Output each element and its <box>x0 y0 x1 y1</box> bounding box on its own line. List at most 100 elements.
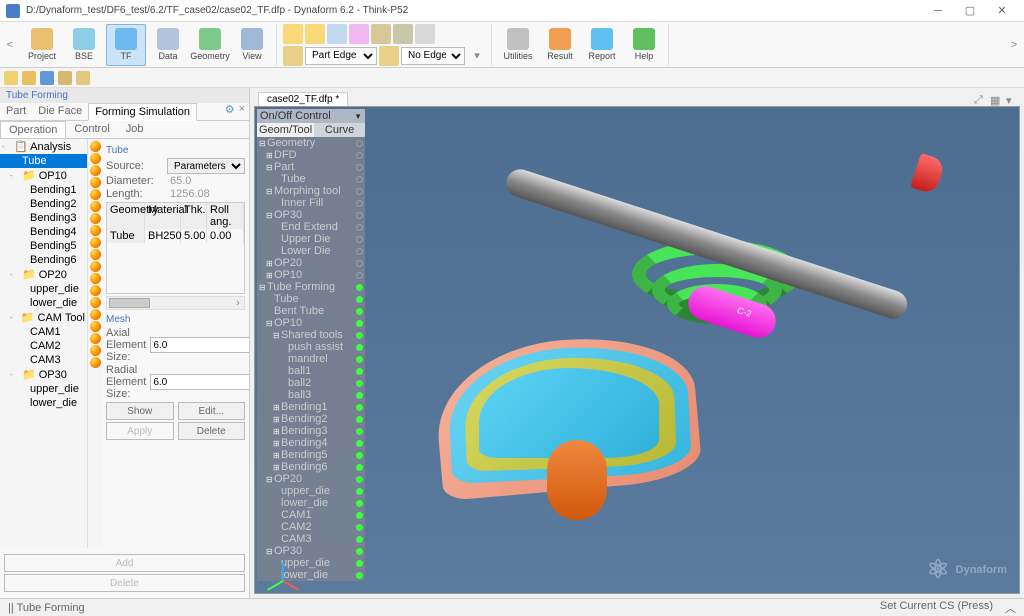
light-icon[interactable] <box>90 261 101 272</box>
ribbon-data-button[interactable]: Data <box>148 24 188 66</box>
settings-icon[interactable]: ⚙ <box>225 103 235 120</box>
scene-item-bending4[interactable]: ⊞Bending4 <box>257 437 365 449</box>
open-icon[interactable] <box>22 71 36 85</box>
scene-tab-curve[interactable]: Curve <box>314 123 365 137</box>
redo-icon[interactable] <box>305 24 325 44</box>
chevron-down-icon[interactable]: ▼ <box>354 112 362 121</box>
scene-item-bending5[interactable]: ⊞Bending5 <box>257 449 365 461</box>
eraser-icon[interactable] <box>349 24 369 44</box>
cube2-icon[interactable] <box>379 46 399 66</box>
undo-icon[interactable] <box>283 24 303 44</box>
tree-item-bending1[interactable]: Bending1 <box>0 183 87 197</box>
table-row[interactable]: Tube BH250 5.00 0.00 <box>107 229 244 243</box>
panel-tab-forming-simulation[interactable]: Forming Simulation <box>88 103 197 121</box>
light-icon[interactable] <box>90 237 101 248</box>
scene-item-end-extend[interactable]: End Extend <box>257 221 365 233</box>
ribbon-geometry-button[interactable]: Geometry <box>190 24 230 66</box>
operation-tree[interactable]: -📋 AnalysisTube-📁 OP10Bending1Bending2Be… <box>0 139 88 548</box>
tree-item-upper-die[interactable]: upper_die <box>0 382 87 396</box>
scene-item-op30[interactable]: ⊟OP30 <box>257 209 365 221</box>
maximize-button[interactable]: ▢ <box>954 1 986 21</box>
scene-item-tube[interactable]: Tube <box>257 173 365 185</box>
panel-tab-die-face[interactable]: Die Face <box>32 103 88 120</box>
scene-item-push-assist[interactable]: push assist <box>257 341 365 353</box>
tree-item-cam2[interactable]: CAM2 <box>0 339 87 353</box>
col-rollang[interactable]: Roll ang. <box>207 203 244 229</box>
scene-header[interactable]: On/Off Control▼ <box>257 109 365 123</box>
tree-item-bending6[interactable]: Bending6 <box>0 253 87 267</box>
scene-item-tube[interactable]: Tube <box>257 293 365 305</box>
scene-item-bending3[interactable]: ⊞Bending3 <box>257 425 365 437</box>
tree-item-bending3[interactable]: Bending3 <box>0 211 87 225</box>
tree-item-op30[interactable]: -📁 OP30 <box>0 367 87 382</box>
tree-item-op10[interactable]: -📁 OP10 <box>0 168 87 183</box>
ribbon-view-button[interactable]: View <box>232 24 272 66</box>
tree-item-tube[interactable]: Tube <box>0 154 87 168</box>
document-tab[interactable]: case02_TF.dfp * <box>258 92 348 106</box>
ribbon-help-button[interactable]: Help <box>624 24 664 66</box>
scene-item-op10[interactable]: ⊞OP10 <box>257 269 365 281</box>
tree-item-cam1[interactable]: CAM1 <box>0 325 87 339</box>
subtab-job[interactable]: Job <box>118 121 152 138</box>
scene-item-cam2[interactable]: CAM2 <box>257 521 365 533</box>
scene-item-ball1[interactable]: ball1 <box>257 365 365 377</box>
scene-item-inner-fill[interactable]: Inner Fill <box>257 197 365 209</box>
vp-tool-1[interactable]: ⤢ <box>974 94 986 106</box>
vp-tool-3[interactable]: ▾ <box>1006 94 1018 106</box>
paste-icon[interactable] <box>76 71 90 85</box>
scene-item-morphing-tool[interactable]: ⊟Morphing tool <box>257 185 365 197</box>
light-icon[interactable] <box>90 333 101 344</box>
tree-item-cam-tool[interactable]: -📁 CAM Tool <box>0 310 87 325</box>
radial-input[interactable] <box>150 374 249 390</box>
scene-item-dfd[interactable]: ⊞DFD <box>257 149 365 161</box>
tree-item-bending5[interactable]: Bending5 <box>0 239 87 253</box>
viewport-3d[interactable]: On/Off Control▼ Geom/Tool Curve ⊟Geometr… <box>254 106 1020 594</box>
edit-button[interactable]: Edit... <box>178 402 246 420</box>
scene-item-bending1[interactable]: ⊞Bending1 <box>257 401 365 413</box>
edge-mode-combo[interactable]: Part Edge <box>305 47 377 65</box>
light-icon[interactable] <box>90 201 101 212</box>
scene-list[interactable]: ⊟Geometry⊞DFD⊟PartTube⊟Morphing toolInne… <box>257 137 365 581</box>
copy-icon[interactable] <box>58 71 72 85</box>
sect-icon[interactable] <box>415 24 435 44</box>
pin-icon[interactable]: × <box>239 103 245 120</box>
ribbon-bse-button[interactable]: BSE <box>64 24 104 66</box>
ribbon-project-button[interactable]: Project <box>22 24 62 66</box>
scene-item-cam3[interactable]: CAM3 <box>257 533 365 545</box>
source-select[interactable]: Parameters <box>167 158 245 174</box>
axial-input[interactable] <box>150 337 249 353</box>
scene-item-op10[interactable]: ⊟OP10 <box>257 317 365 329</box>
light-icon[interactable] <box>90 249 101 260</box>
light-icon[interactable] <box>90 225 101 236</box>
show-button[interactable]: Show <box>106 402 174 420</box>
more-icon[interactable]: ▾ <box>467 46 487 66</box>
col-thk[interactable]: Thk. <box>181 203 207 229</box>
tree-item-bending2[interactable]: Bending2 <box>0 197 87 211</box>
ribbon-tf-button[interactable]: TF <box>106 24 146 66</box>
tree-item-upper-die[interactable]: upper_die <box>0 282 87 296</box>
close-button[interactable]: ✕ <box>986 1 1018 21</box>
scene-item-mandrel[interactable]: mandrel <box>257 353 365 365</box>
panel-tab-part[interactable]: Part <box>0 103 32 120</box>
light-icon[interactable] <box>90 153 101 164</box>
scene-item-lower-die[interactable]: lower_die <box>257 497 365 509</box>
edge-mode-combo2[interactable]: No Edge <box>401 47 465 65</box>
scene-item-tube-forming[interactable]: ⊟Tube Forming <box>257 281 365 293</box>
ribbon-utilities-button[interactable]: Utilities <box>498 24 538 66</box>
light-icon[interactable] <box>90 345 101 356</box>
scene-item-bending2[interactable]: ⊞Bending2 <box>257 413 365 425</box>
scene-item-cam1[interactable]: CAM1 <box>257 509 365 521</box>
light-icon[interactable] <box>90 321 101 332</box>
scene-item-part[interactable]: ⊟Part <box>257 161 365 173</box>
scene-item-geometry[interactable]: ⊟Geometry <box>257 137 365 149</box>
minimize-button[interactable]: ─ <box>922 1 954 21</box>
status-expand-icon[interactable]: ︿ <box>1005 600 1016 616</box>
new-icon[interactable] <box>4 71 18 85</box>
col-geometry[interactable]: Geometry <box>107 203 145 229</box>
light-icon[interactable] <box>90 141 101 152</box>
light-icon[interactable] <box>90 285 101 296</box>
subtab-operation[interactable]: Operation <box>0 121 66 138</box>
ribbon-report-button[interactable]: Report <box>582 24 622 66</box>
scene-item-bent-tube[interactable]: Bent Tube <box>257 305 365 317</box>
tree-item-bending4[interactable]: Bending4 <box>0 225 87 239</box>
